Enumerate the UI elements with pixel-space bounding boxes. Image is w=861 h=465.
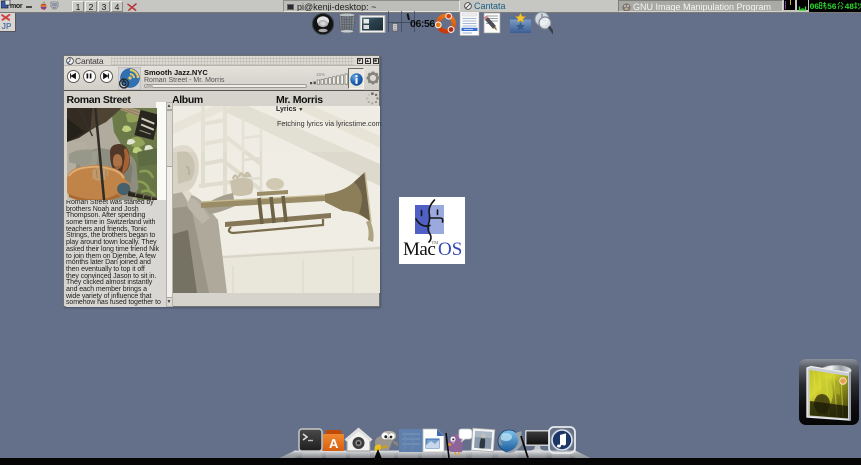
svg-text:48: 48 [845,2,855,12]
svg-text:Mac: Mac [403,239,435,260]
svg-text:06:56: 06:56 [410,18,435,30]
svg-text:A: A [329,436,339,451]
svg-text:OS: OS [438,239,462,260]
svg-text:06: 06 [810,2,820,12]
svg-text:56: 56 [827,2,837,12]
svg-text:TM: TM [432,240,439,245]
